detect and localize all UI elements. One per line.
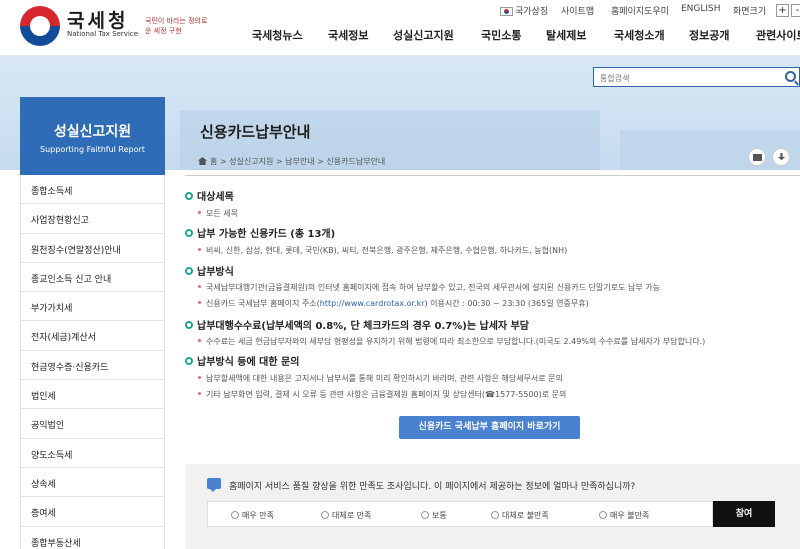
radio-icon[interactable]	[491, 511, 499, 519]
sidebar-item-income-tax[interactable]: 종합소득세	[20, 175, 165, 205]
dot-bullet-icon	[198, 392, 201, 395]
section-title: 납부방식 등에 대한 문의	[185, 353, 299, 368]
radio-icon[interactable]	[231, 511, 239, 519]
korea-flag-icon	[500, 7, 513, 16]
nav-item-report-support[interactable]: 성실신고지원	[393, 27, 454, 43]
section-bullet: 비씨, 신한, 삼성, 현대, 롯데, 국민(KB), 씨티, 전북은행, 광주…	[198, 245, 567, 256]
dot-bullet-icon	[198, 376, 201, 379]
nts-emblem-icon[interactable]	[20, 6, 60, 46]
radio-icon[interactable]	[421, 511, 429, 519]
cardrotax-link[interactable]: http://www.cardrotax.or.kr	[320, 299, 425, 308]
nav-item-news[interactable]: 국세청뉴스	[252, 27, 303, 43]
breadcrumb-current: 신용카드납부안내	[326, 157, 386, 166]
survey-option-neutral[interactable]: 보통	[421, 510, 447, 521]
english-link[interactable]: ENGLISH	[681, 4, 721, 14]
sitemap-link[interactable]: 사이트맵	[561, 4, 594, 17]
print-button[interactable]	[748, 148, 766, 166]
gov-symbol-link[interactable]: 국가상징	[500, 4, 548, 17]
building-illustration	[620, 130, 800, 170]
font-size-label: 화면크기	[733, 7, 767, 17]
section-title: 납부방식	[185, 263, 234, 278]
dot-bullet-icon	[198, 248, 201, 251]
sidebar-item-corporate-tax[interactable]: 법인세	[20, 380, 165, 410]
breadcrumb-home[interactable]: 홈	[210, 157, 217, 166]
section-bullet: 수수료는 세금 현금납부자와의 세부담 형평성을 유지하기 위해 법령에 따라 …	[198, 336, 705, 347]
home-icon[interactable]	[198, 157, 207, 165]
sidebar-title: 성실신고지원	[53, 124, 132, 140]
zoom-in-button[interactable]: +	[776, 4, 789, 17]
sidebar-item-property-tax[interactable]: 종합부동산세	[20, 526, 165, 549]
circle-bullet-icon	[185, 229, 193, 237]
download-button[interactable]	[772, 148, 790, 166]
sidebar-item-capital-gains[interactable]: 양도소득세	[20, 438, 165, 468]
cardrotax-shortcut-button[interactable]: 신용카드 국세납부 홈페이지 바로가기	[399, 416, 580, 439]
sidebar-header: 성실신고지원 Supporting Faithful Report	[20, 97, 165, 175]
nav-item-tax-evasion-report[interactable]: 탈세제보	[546, 27, 586, 43]
sidebar-subtitle: Supporting Faithful Report	[40, 145, 145, 154]
circle-bullet-icon	[185, 321, 193, 329]
section-bullet: 국세납부대행기관(금융결제원)의 인터넷 홈페이지에 접속 하여 납부할수 있고…	[198, 282, 660, 293]
search-icon[interactable]	[785, 71, 796, 82]
radio-icon[interactable]	[321, 511, 329, 519]
sidebar-item-withholding[interactable]: 원천징수(연말정산)안내	[20, 233, 165, 263]
zoom-out-button[interactable]: -	[791, 4, 800, 17]
breadcrumb: 홈 > 성실신고지원 > 납부안내 > 신용카드납부안내	[198, 156, 385, 167]
search-input[interactable]: 통합검색	[593, 67, 800, 87]
breadcrumb-item[interactable]: 납부안내	[285, 157, 314, 166]
nav-item-related-sites[interactable]: 관련사이트	[756, 27, 800, 43]
survey-option-satisfied[interactable]: 대체로 만족	[321, 510, 371, 521]
sidebar-item-religious-income[interactable]: 종교인소득 신고 안내	[20, 262, 165, 293]
sidebar-item-gift-tax[interactable]: 증여세	[20, 497, 165, 527]
section-title: 납부대행수수료(납부세액의 0.8%, 단 체크카드의 경우 0.7%)는 납세…	[185, 317, 529, 332]
section-bullet: 모든 세목	[198, 208, 238, 219]
sidebar-item-public-corporation[interactable]: 공익법인	[20, 409, 165, 439]
dot-bullet-icon	[198, 301, 201, 304]
dot-bullet-icon	[198, 211, 201, 214]
sidebar-item-vat[interactable]: 부가가치세	[20, 292, 165, 322]
chat-bubble-icon	[207, 478, 221, 492]
print-icon	[753, 154, 762, 161]
sidebar-item-cash-receipt[interactable]: 현금영수증·신용카드	[20, 350, 165, 381]
sidebar-item-inheritance[interactable]: 상속세	[20, 467, 165, 498]
help-link[interactable]: 홈페이지도우미	[611, 4, 669, 17]
survey-submit-button[interactable]: 참여	[713, 501, 775, 527]
download-icon	[778, 153, 785, 161]
section-title: 대상세목	[185, 188, 234, 203]
sidebar-item-business-report[interactable]: 사업장현황신고	[20, 204, 165, 234]
circle-bullet-icon	[185, 192, 193, 200]
sidebar-menu: 종합소득세 사업장현황신고 원천징수(연말정산)안내 종교인소득 신고 안내 부…	[20, 175, 165, 549]
breadcrumb-item[interactable]: 성실신고지원	[229, 157, 273, 166]
nav-item-disclosure[interactable]: 정보공개	[689, 27, 729, 43]
nav-item-about[interactable]: 국세청소개	[614, 27, 665, 43]
dot-bullet-icon	[198, 285, 201, 288]
section-bullet: 납부할세액에 대한 내용은 고지서나 납부서를 통해 미리 확인하시기 바라며,…	[198, 373, 563, 384]
section-bullet: 기타 납부화면 입력, 결제 시 오류 등 관련 사항은 금융결제원 홈페이지 …	[198, 389, 566, 400]
radio-icon[interactable]	[599, 511, 607, 519]
sidebar-item-e-invoice[interactable]: 전자(세금)계산서	[20, 321, 165, 351]
slogan-mark: 국민이 바라는 정의로운 세정 구현	[145, 17, 208, 35]
logo-title[interactable]: 국세청	[67, 6, 128, 33]
circle-bullet-icon	[185, 267, 193, 275]
survey-option-dissatisfied[interactable]: 대체로 불만족	[491, 510, 549, 521]
survey-option-very-dissatisfied[interactable]: 매우 불만족	[599, 510, 649, 521]
survey-option-very-satisfied[interactable]: 매우 만족	[231, 510, 274, 521]
dot-bullet-icon	[198, 339, 201, 342]
survey-question: 홈페이지 서비스 품질 향상을 위한 만족도 조사입니다. 이 페이지에서 제공…	[229, 482, 636, 492]
section-title: 납부 가능한 신용카드 (총 13개)	[185, 225, 335, 240]
logo-subtitle: National Tax Service	[67, 30, 139, 38]
divider	[185, 175, 800, 176]
circle-bullet-icon	[185, 357, 193, 365]
page-title: 신용카드납부안내	[200, 123, 311, 141]
nav-item-communication[interactable]: 국민소통	[481, 27, 521, 43]
section-bullet: 신용카드 국세납부 홈페이지 주소(http://www.cardrotax.o…	[198, 298, 589, 309]
nav-item-tax-info[interactable]: 국세정보	[328, 27, 368, 43]
